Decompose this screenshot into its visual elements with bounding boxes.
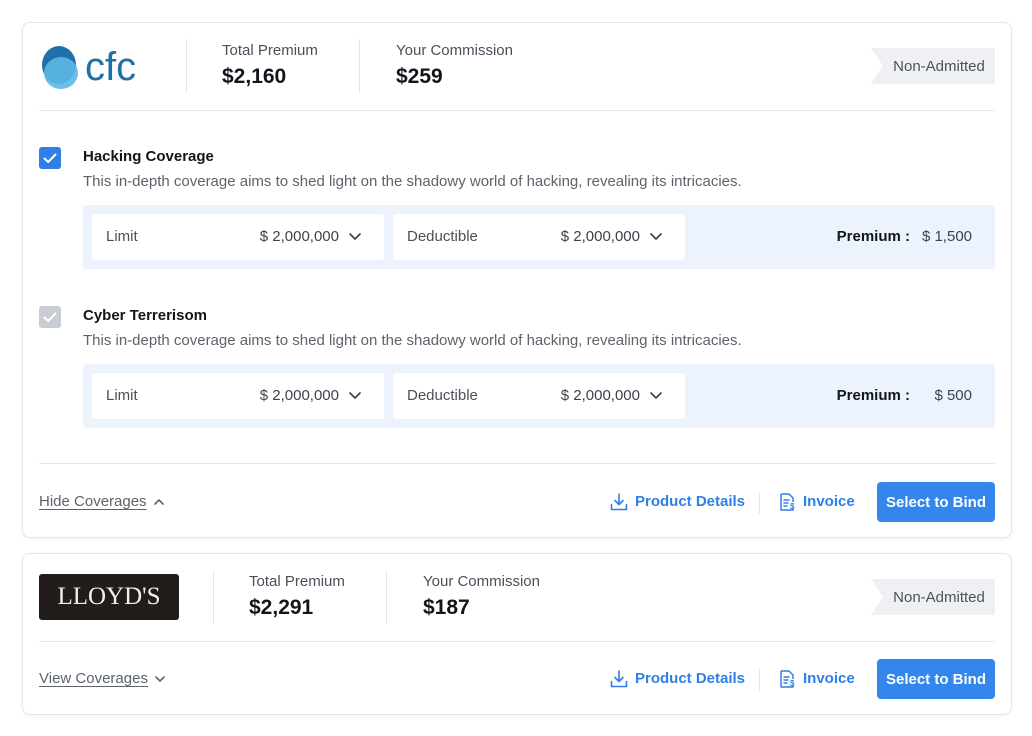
total-premium-value: $2,291 xyxy=(249,596,314,619)
deductible-label: Deductible xyxy=(407,387,478,404)
coverage-description: This in-depth coverage aims to shed ligh… xyxy=(83,332,742,349)
coverage-options-panel: Limit $ 2,000,000 Deductible $ 2,000,000… xyxy=(83,205,995,269)
premium-label: Premium : xyxy=(836,228,910,245)
commission-label: Your Commission xyxy=(423,573,540,590)
product-details-label: Product Details xyxy=(635,670,746,687)
quote-card-lloyds: LLOYD'S Total Premium $2,291 Your Commis… xyxy=(22,553,1012,715)
lloyds-logo: LLOYD'S xyxy=(39,574,179,620)
footer-divider xyxy=(39,463,995,464)
deductible-label: Deductible xyxy=(407,228,478,245)
header-divider xyxy=(186,39,187,93)
header-divider xyxy=(386,570,387,624)
non-admitted-tag: Non-Admitted xyxy=(871,48,995,84)
limit-label: Limit xyxy=(106,387,138,404)
product-details-label: Product Details xyxy=(635,493,746,510)
quote-footer: Hide Coverages Product Details $ Invoice… xyxy=(39,482,995,522)
invoice-icon: $ xyxy=(780,670,795,688)
footer-mini-divider xyxy=(759,492,760,514)
invoice-link[interactable]: $ Invoice xyxy=(777,492,855,512)
header-divider xyxy=(213,570,214,624)
your-commission: Your Commission $187 xyxy=(423,572,540,623)
invoice-link[interactable]: $ Invoice xyxy=(777,669,855,689)
premium-label: Premium : xyxy=(836,387,910,404)
toggle-label: View Coverages xyxy=(39,670,148,687)
total-premium: Total Premium $2,291 xyxy=(249,572,345,623)
non-admitted-tag: Non-Admitted xyxy=(871,579,995,615)
download-icon xyxy=(610,670,628,688)
check-icon xyxy=(43,153,57,163)
svg-text:$: $ xyxy=(790,502,795,511)
hide-coverages-link[interactable]: Hide Coverages xyxy=(39,492,165,512)
chevron-down-icon xyxy=(650,392,662,399)
chevron-down-icon xyxy=(155,676,165,682)
coverage-description: This in-depth coverage aims to shed ligh… xyxy=(83,173,742,190)
your-commission: Your Commission $259 xyxy=(396,41,513,92)
chevron-down-icon xyxy=(650,233,662,240)
cfc-logo-text: cfc xyxy=(85,45,136,89)
svg-text:$: $ xyxy=(790,679,795,688)
premium-value: $ 500 xyxy=(934,387,972,404)
chevron-down-icon xyxy=(349,392,361,399)
product-details-link[interactable]: Product Details xyxy=(609,492,745,512)
product-details-link[interactable]: Product Details xyxy=(609,669,745,689)
commission-value: $187 xyxy=(423,596,470,619)
coverage-title: Cyber Terrerisom xyxy=(83,307,207,324)
deductible-select[interactable]: Deductible $ 2,000,000 xyxy=(393,214,685,260)
coverage-title: Hacking Coverage xyxy=(83,148,214,165)
chevron-up-icon xyxy=(153,499,164,505)
deductible-value: $ 2,000,000 xyxy=(560,387,640,404)
coverage-options-panel: Limit $ 2,000,000 Deductible $ 2,000,000… xyxy=(83,364,995,428)
limit-value: $ 2,000,000 xyxy=(259,387,339,404)
limit-select[interactable]: Limit $ 2,000,000 xyxy=(92,214,384,260)
footer-mini-divider xyxy=(759,669,760,691)
toggle-label: Hide Coverages xyxy=(39,493,147,510)
download-icon xyxy=(610,493,628,511)
total-premium-value: $2,160 xyxy=(222,65,287,88)
quote-header: LLOYD'S Total Premium $2,291 Your Commis… xyxy=(39,554,995,642)
commission-label: Your Commission xyxy=(396,42,513,59)
coverage-checkbox[interactable] xyxy=(39,147,61,169)
quote-footer: View Coverages Product Details $ Invoice… xyxy=(39,659,995,699)
total-premium-label: Total Premium xyxy=(249,573,345,590)
commission-value: $259 xyxy=(396,65,443,88)
quote-header: cfc Total Premium $2,160 Your Commission… xyxy=(39,23,995,111)
header-divider xyxy=(359,39,360,93)
limit-select[interactable]: Limit $ 2,000,000 xyxy=(92,373,384,419)
total-premium: Total Premium $2,160 xyxy=(222,41,318,92)
deductible-select[interactable]: Deductible $ 2,000,000 xyxy=(393,373,685,419)
premium-value: $ 1,500 xyxy=(921,228,972,245)
invoice-icon: $ xyxy=(780,493,795,511)
limit-label: Limit xyxy=(106,228,138,245)
quote-card-cfc: cfc Total Premium $2,160 Your Commission… xyxy=(22,22,1012,538)
check-icon xyxy=(43,312,57,322)
invoice-label: Invoice xyxy=(803,493,855,510)
coverage-checkbox-disabled xyxy=(39,306,61,328)
select-to-bind-button[interactable]: Select to Bind xyxy=(877,482,995,522)
deductible-value: $ 2,000,000 xyxy=(560,228,640,245)
lloyds-logo-text: LLOYD'S xyxy=(57,583,161,610)
total-premium-label: Total Premium xyxy=(222,42,318,59)
select-to-bind-button[interactable]: Select to Bind xyxy=(877,659,995,699)
view-coverages-link[interactable]: View Coverages xyxy=(39,669,166,689)
cfc-logo: cfc xyxy=(42,45,136,89)
limit-value: $ 2,000,000 xyxy=(259,228,339,245)
invoice-label: Invoice xyxy=(803,670,855,687)
chevron-down-icon xyxy=(349,233,361,240)
